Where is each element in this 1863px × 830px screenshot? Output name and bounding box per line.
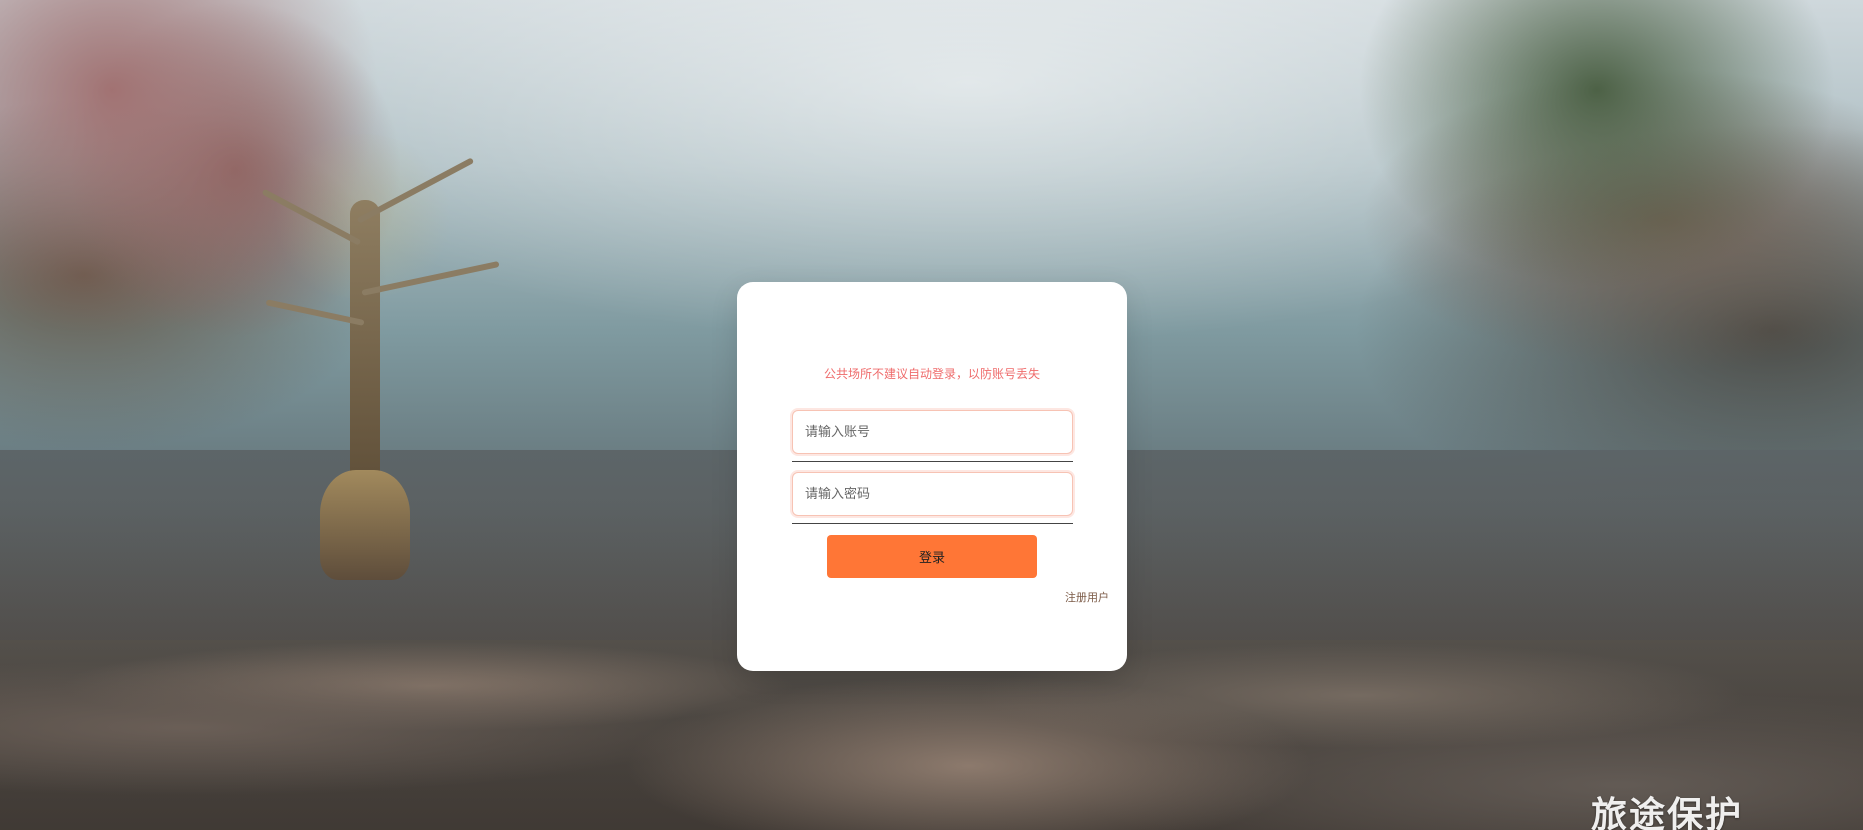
account-underline <box>792 461 1073 462</box>
foreground-tree <box>250 80 500 580</box>
account-input-wrapper <box>792 410 1073 462</box>
password-underline <box>792 523 1073 524</box>
login-button[interactable]: 登录 <box>827 535 1037 578</box>
login-card: 公共场所不建议自动登录，以防账号丢失 登录 注册用户 <box>737 282 1127 671</box>
password-input-wrapper <box>792 472 1073 524</box>
password-input[interactable] <box>792 472 1073 516</box>
corner-caption: 旅途保护 <box>1590 795 1743 830</box>
right-cliff <box>1103 0 1863 500</box>
login-page: 公共场所不建议自动登录，以防账号丢失 登录 注册用户 旅途保护 <box>0 0 1863 830</box>
account-input[interactable] <box>792 410 1073 454</box>
tree-roots <box>320 470 410 580</box>
security-warning: 公共场所不建议自动登录，以防账号丢失 <box>823 367 1040 381</box>
register-link[interactable]: 注册用户 <box>1065 589 1109 605</box>
